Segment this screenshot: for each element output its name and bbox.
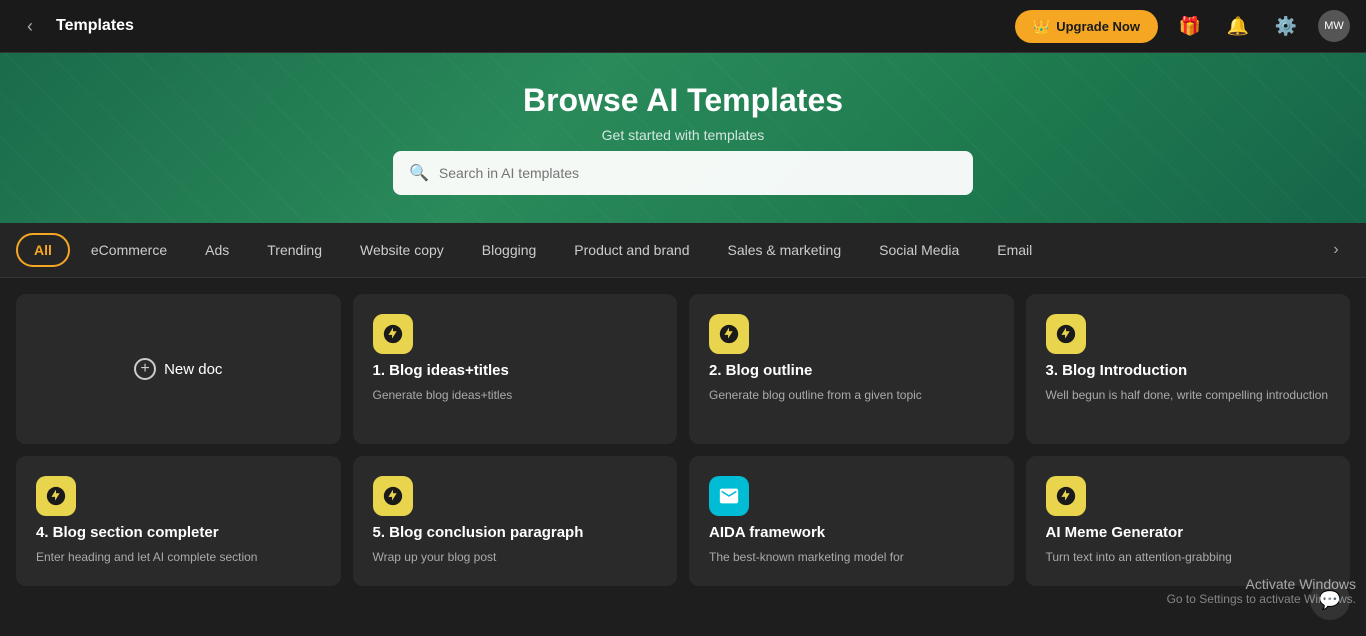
filter-bar: All eCommerce Ads Trending Website copy … [0,223,1366,278]
new-doc-label: New doc [164,361,222,378]
card-title-6: AIDA framework [709,524,994,541]
template-card-7[interactable]: AI Meme Generator Turn text into an atte… [1026,456,1351,586]
filter-tab-email[interactable]: Email [980,234,1049,266]
card-desc-6: The best-known marketing model for [709,549,994,566]
cards-grid: + New doc 1. Blog ideas+titles Generate … [0,278,1366,602]
filter-tab-website-copy[interactable]: Website copy [343,234,461,266]
search-input[interactable] [439,165,957,181]
filter-tab-trending[interactable]: Trending [250,234,339,266]
card-icon-6 [709,476,749,516]
template-card-3[interactable]: 3. Blog Introduction Well begun is half … [1026,294,1351,444]
settings-icon[interactable]: ⚙️ [1270,10,1302,42]
card-desc-5: Wrap up your blog post [373,549,658,566]
card-desc-2: Generate blog outline from a given topic [709,387,994,404]
card-desc-4: Enter heading and let AI complete sectio… [36,549,321,566]
crown-icon: 👑 [1033,18,1050,35]
filter-tab-ads[interactable]: Ads [188,234,246,266]
filter-tab-blogging[interactable]: Blogging [465,234,554,266]
hero-title: Browse AI Templates [523,82,843,119]
card-title-7: AI Meme Generator [1046,524,1331,541]
header: ‹ Templates 👑 Upgrade Now 🎁 🔔 ⚙️ MW [0,0,1366,53]
filter-tab-sales-marketing[interactable]: Sales & marketing [711,234,859,266]
header-right: 👑 Upgrade Now 🎁 🔔 ⚙️ MW [1015,10,1350,43]
page-title: Templates [56,17,134,35]
card-icon-5 [373,476,413,516]
card-icon-2 [709,314,749,354]
template-card-5[interactable]: 5. Blog conclusion paragraph Wrap up you… [353,456,678,586]
card-desc-3: Well begun is half done, write compellin… [1046,387,1331,404]
card-title-2: 2. Blog outline [709,362,994,379]
avatar[interactable]: MW [1318,10,1350,42]
card-icon-7 [1046,476,1086,516]
search-bar: 🔍 [393,151,973,195]
card-desc-7: Turn text into an attention-grabbing [1046,549,1331,566]
search-icon: 🔍 [409,163,429,183]
template-card-4[interactable]: 4. Blog section completer Enter heading … [16,456,341,586]
card-desc-1: Generate blog ideas+titles [373,387,658,404]
bell-icon[interactable]: 🔔 [1222,10,1254,42]
template-card-6[interactable]: AIDA framework The best-known marketing … [689,456,1014,586]
card-icon-3 [1046,314,1086,354]
template-card-2[interactable]: 2. Blog outline Generate blog outline fr… [689,294,1014,444]
filter-tab-ecommerce[interactable]: eCommerce [74,234,184,266]
plus-icon: + [134,358,156,380]
card-title-3: 3. Blog Introduction [1046,362,1331,379]
hero-subtitle: Get started with templates [602,127,765,143]
new-doc-card[interactable]: + New doc [16,294,341,444]
template-card-1[interactable]: 1. Blog ideas+titles Generate blog ideas… [353,294,678,444]
card-title-1: 1. Blog ideas+titles [373,362,658,379]
card-icon-4 [36,476,76,516]
filter-tab-social-media[interactable]: Social Media [862,234,976,266]
hero-banner: Browse AI Templates Get started with tem… [0,53,1366,223]
header-left: ‹ Templates [16,12,134,40]
card-title-5: 5. Blog conclusion paragraph [373,524,658,541]
filter-next-button[interactable]: › [1322,236,1350,264]
chat-button[interactable]: 💬 [1310,580,1350,620]
filter-tab-product-brand[interactable]: Product and brand [557,234,706,266]
filter-tab-all[interactable]: All [16,233,70,267]
card-title-4: 4. Blog section completer [36,524,321,541]
upgrade-button[interactable]: 👑 Upgrade Now [1015,10,1158,43]
back-button[interactable]: ‹ [16,12,44,40]
card-icon-1 [373,314,413,354]
gift-icon[interactable]: 🎁 [1174,10,1206,42]
